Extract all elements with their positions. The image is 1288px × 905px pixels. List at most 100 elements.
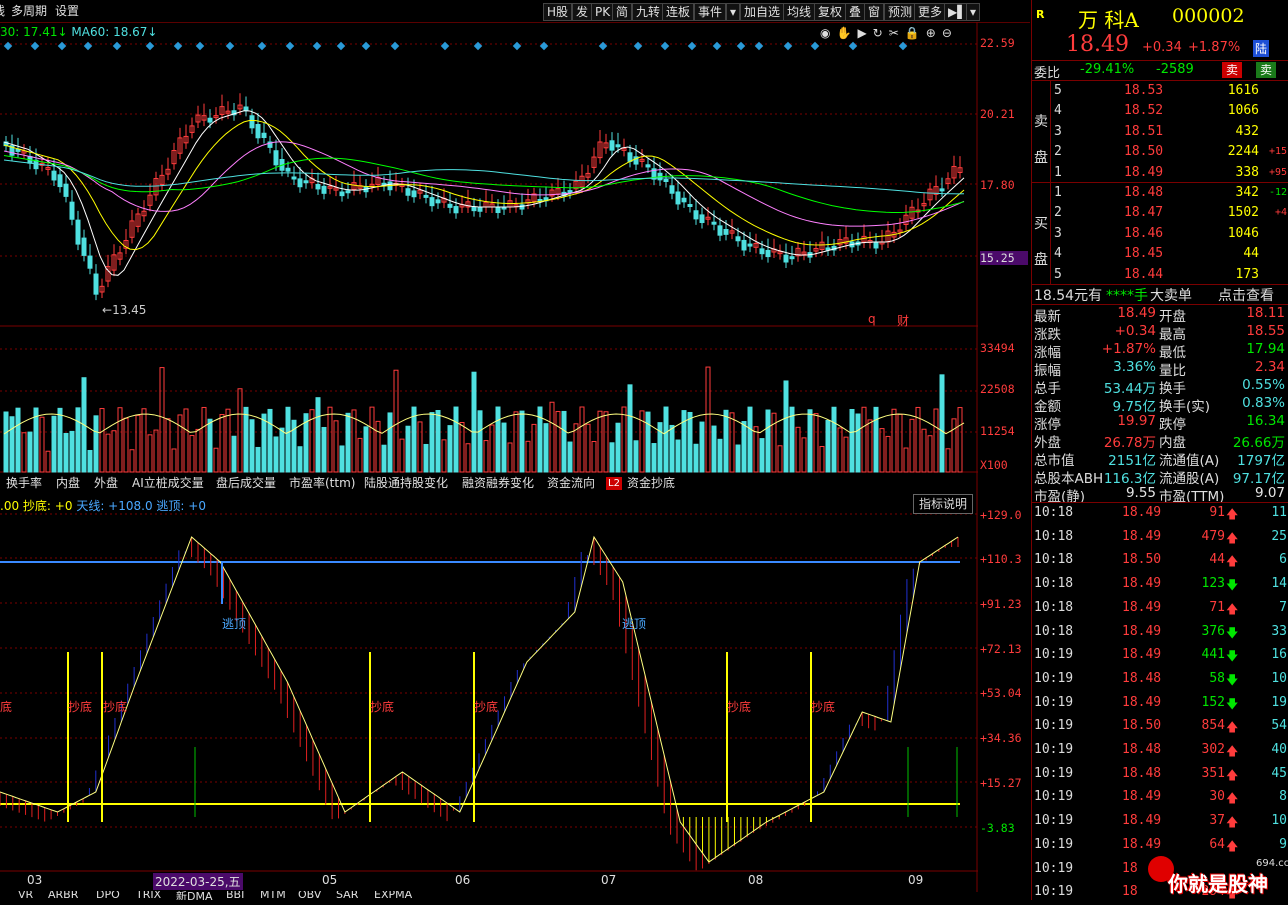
date-label: 08 [748,873,764,887]
tick-row: 10:18 18.49 479 🡅 25 [1032,529,1288,549]
buy-level-row[interactable]: 5 18.44 173 [1032,265,1288,285]
candle [435,199,441,204]
buy-button[interactable]: 卖 [1222,62,1243,78]
event-diamond-icon [361,41,371,51]
toolbar-window[interactable]: 窗 [864,3,885,21]
volume-bar [99,408,105,473]
stat-row: 振幅 3.36% 量比 2.34 [1034,359,1285,379]
event-diamond-icon [257,41,267,51]
toolbar-more[interactable]: 更多 [914,3,947,21]
marker-q[interactable]: q [868,312,876,326]
volume-bar [801,437,807,473]
volume-bar [231,435,237,473]
volume-bar [789,406,795,473]
volume-bar [117,407,123,473]
tab-vr[interactable]: VR [18,891,33,900]
sell-level-row[interactable]: 4 18.52 1066 [1032,101,1288,121]
tab-outer[interactable]: 外盘 [94,475,118,491]
toolbar-pk[interactable]: PK [591,3,615,21]
sell-level-row[interactable]: 2 18.50 2244 +15 [1032,142,1288,162]
volume-bar [171,448,177,473]
volume-bar [447,425,453,473]
tab-obv[interactable]: OBV [298,891,321,900]
add-watchlist-button[interactable]: 加自选 [740,3,785,21]
marker-financial[interactable]: 财 [897,312,909,329]
tab-new-dma[interactable]: 新DMA [176,891,213,900]
volume-bar [747,406,753,473]
toolbar-ma[interactable]: 均线 [783,3,816,21]
candle [645,164,651,168]
candle [339,191,345,197]
toolbar-forecast[interactable]: 预测 [884,3,917,21]
candle [735,236,741,242]
dropdown-arrow-icon[interactable]: ▾ [726,3,741,21]
tab-dpo[interactable]: DPO [96,891,120,900]
tab-hk-connect[interactable]: 陆股通持股变化 [364,475,448,491]
tab-pe-ttm[interactable]: 市盈率(ttm) [289,475,355,491]
buy-level-row[interactable]: 3 18.46 1046 [1032,224,1288,244]
legend-tianxian: 天线: +108.0 [76,499,153,513]
candle [609,140,615,151]
volume-bar [237,388,243,473]
candle [939,188,945,192]
tab-turnover[interactable]: 换手率 [6,475,42,491]
volume-bar [27,431,33,473]
toolbar-dropdown-icon[interactable]: ▾ [966,3,981,21]
volume-bar [327,406,333,473]
big-order-row[interactable]: 18.54元有 ****手 大卖单 点击查看 [1032,285,1288,305]
volume-bar [903,447,909,473]
sell-level-row[interactable]: 3 18.51 432 [1032,122,1288,142]
volume-bar [123,417,129,473]
period-daily[interactable]: 日线 [0,3,8,19]
volume-bar [3,411,9,473]
toolbar-events[interactable]: 事件 [694,3,727,21]
tab-inner[interactable]: 内盘 [56,475,80,491]
tab-arbr[interactable]: ARBR [48,891,78,900]
multi-period-button[interactable]: 多周期 [8,3,50,19]
volume-bar [165,418,171,473]
tab-fund-bottom[interactable]: 资金抄底 [627,475,675,491]
tab-bbi[interactable]: BBI [226,891,244,900]
indicator-help-button[interactable]: 指标说明 [913,494,974,514]
tick-row: 10:19 18.48 302 🡅 40 [1032,742,1288,762]
big-order-link[interactable]: 点击查看 [1218,285,1274,305]
buy-level-row[interactable]: 2 18.47 1502 +4 [1032,203,1288,223]
tab-fund-flow[interactable]: 资金流向 [547,475,595,491]
volume-bar [315,397,321,473]
watermark-text: 你就是股神 [1168,872,1268,896]
toolbar-fa[interactable]: 发 [572,3,593,21]
volume-bar [111,430,117,473]
tab-trix[interactable]: TRIX [136,891,161,900]
buy-level-row[interactable]: 4 18.45 44 [1032,244,1288,264]
settings-button[interactable]: 设置 [52,3,82,19]
sell-level-row[interactable]: 5 18.53 1616 [1032,81,1288,101]
toolbar-fuquan[interactable]: 复权 [814,3,847,21]
price-axis-label: 20.21 [980,107,1015,121]
candle [291,176,297,180]
volume-bar [219,414,225,473]
toolbar-overlay[interactable]: 叠 [845,3,866,21]
stat-row: 最新 18.49 开盘 18.11 [1034,305,1285,325]
event-diamond-icon [473,41,483,51]
volume-bar [711,425,717,473]
tick-row: 10:18 18.50 44 🡅 6 [1032,552,1288,572]
tab-sar[interactable]: SAR [336,891,358,900]
event-diamond-icon [336,41,346,51]
toolbar-jiuzhuan[interactable]: 九转 [632,3,665,21]
tab-margin[interactable]: 融资融券变化 [462,475,534,491]
kline-chart[interactable] [0,22,978,892]
toolbar-jian[interactable]: 简 [612,3,633,21]
toolbar-lianban[interactable]: 连板 [662,3,695,21]
toolbar-h-share[interactable]: H股 [543,3,573,21]
sell-button[interactable]: 卖 [1256,62,1277,78]
tab-expma[interactable]: EXPMA [374,891,412,900]
sell-level-row[interactable]: 1 18.49 338 +95 [1032,163,1288,183]
volume-bar [939,374,945,473]
buy-level-row[interactable]: 1 18.48 342 -12 [1032,183,1288,203]
tab-mtm[interactable]: MTM [260,891,286,900]
volume-bar [333,420,339,473]
tab-ai-volume[interactable]: AI立桩成交量 [132,475,204,491]
volume-bar [405,425,411,473]
tab-after-hours[interactable]: 盘后成交量 [216,475,276,491]
candle [759,248,765,255]
